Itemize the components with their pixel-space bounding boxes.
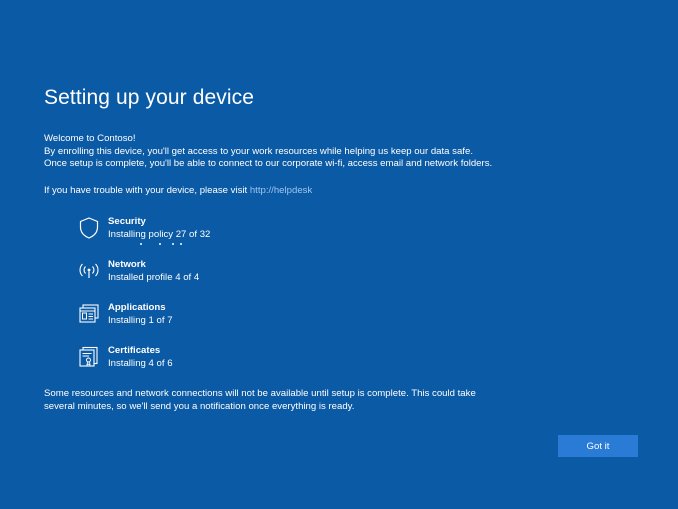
step-name: Network (108, 259, 146, 270)
step-applications: Applications Installing 1 of 7 (78, 300, 378, 332)
progress-dot (172, 243, 174, 245)
step-name: Security (108, 216, 146, 227)
applications-icon (78, 302, 100, 326)
footer-line: several minutes, so we'll send you a not… (44, 400, 355, 412)
certificate-icon (78, 345, 100, 369)
step-status: Installing 1 of 7 (108, 315, 173, 326)
footer-line: Some resources and network connections w… (44, 388, 476, 399)
progress-dots (140, 243, 190, 247)
step-name: Certificates (108, 345, 161, 356)
step-certificates: Certificates Installing 4 of 6 (78, 343, 378, 375)
intro-line: By enrolling this device, you'll get acc… (44, 145, 473, 157)
progress-dot (180, 243, 182, 245)
welcome-line: Welcome to Contoso! (44, 133, 136, 144)
progress-dot (140, 243, 142, 245)
footer-text: Some resources and network connections w… (44, 388, 544, 413)
page-title: Setting up your device (44, 86, 254, 109)
step-name: Applications (108, 302, 166, 313)
progress-dot (159, 243, 161, 245)
shield-icon (78, 216, 100, 240)
intro-text: Welcome to Contoso! By enrolling this de… (44, 133, 644, 171)
help-text: If you have trouble with your device, pl… (44, 185, 312, 198)
step-status: Installed profile 4 of 4 (108, 272, 200, 283)
helpdesk-link[interactable]: http://helpdesk (250, 185, 312, 196)
step-status: Installing policy 27 of 32 (108, 229, 211, 240)
setup-screen: Setting up your device Welcome to Contos… (0, 0, 678, 509)
wireless-icon (78, 259, 100, 283)
help-label: If you have trouble with your device, pl… (44, 185, 250, 196)
intro-line: Once setup is complete, you'll be able t… (44, 158, 493, 169)
got-it-button[interactable]: Got it (558, 435, 638, 457)
step-security: Security Installing policy 27 of 32 (78, 214, 378, 246)
step-network: Network Installed profile 4 of 4 (78, 257, 378, 289)
step-status: Installing 4 of 6 (108, 358, 173, 369)
